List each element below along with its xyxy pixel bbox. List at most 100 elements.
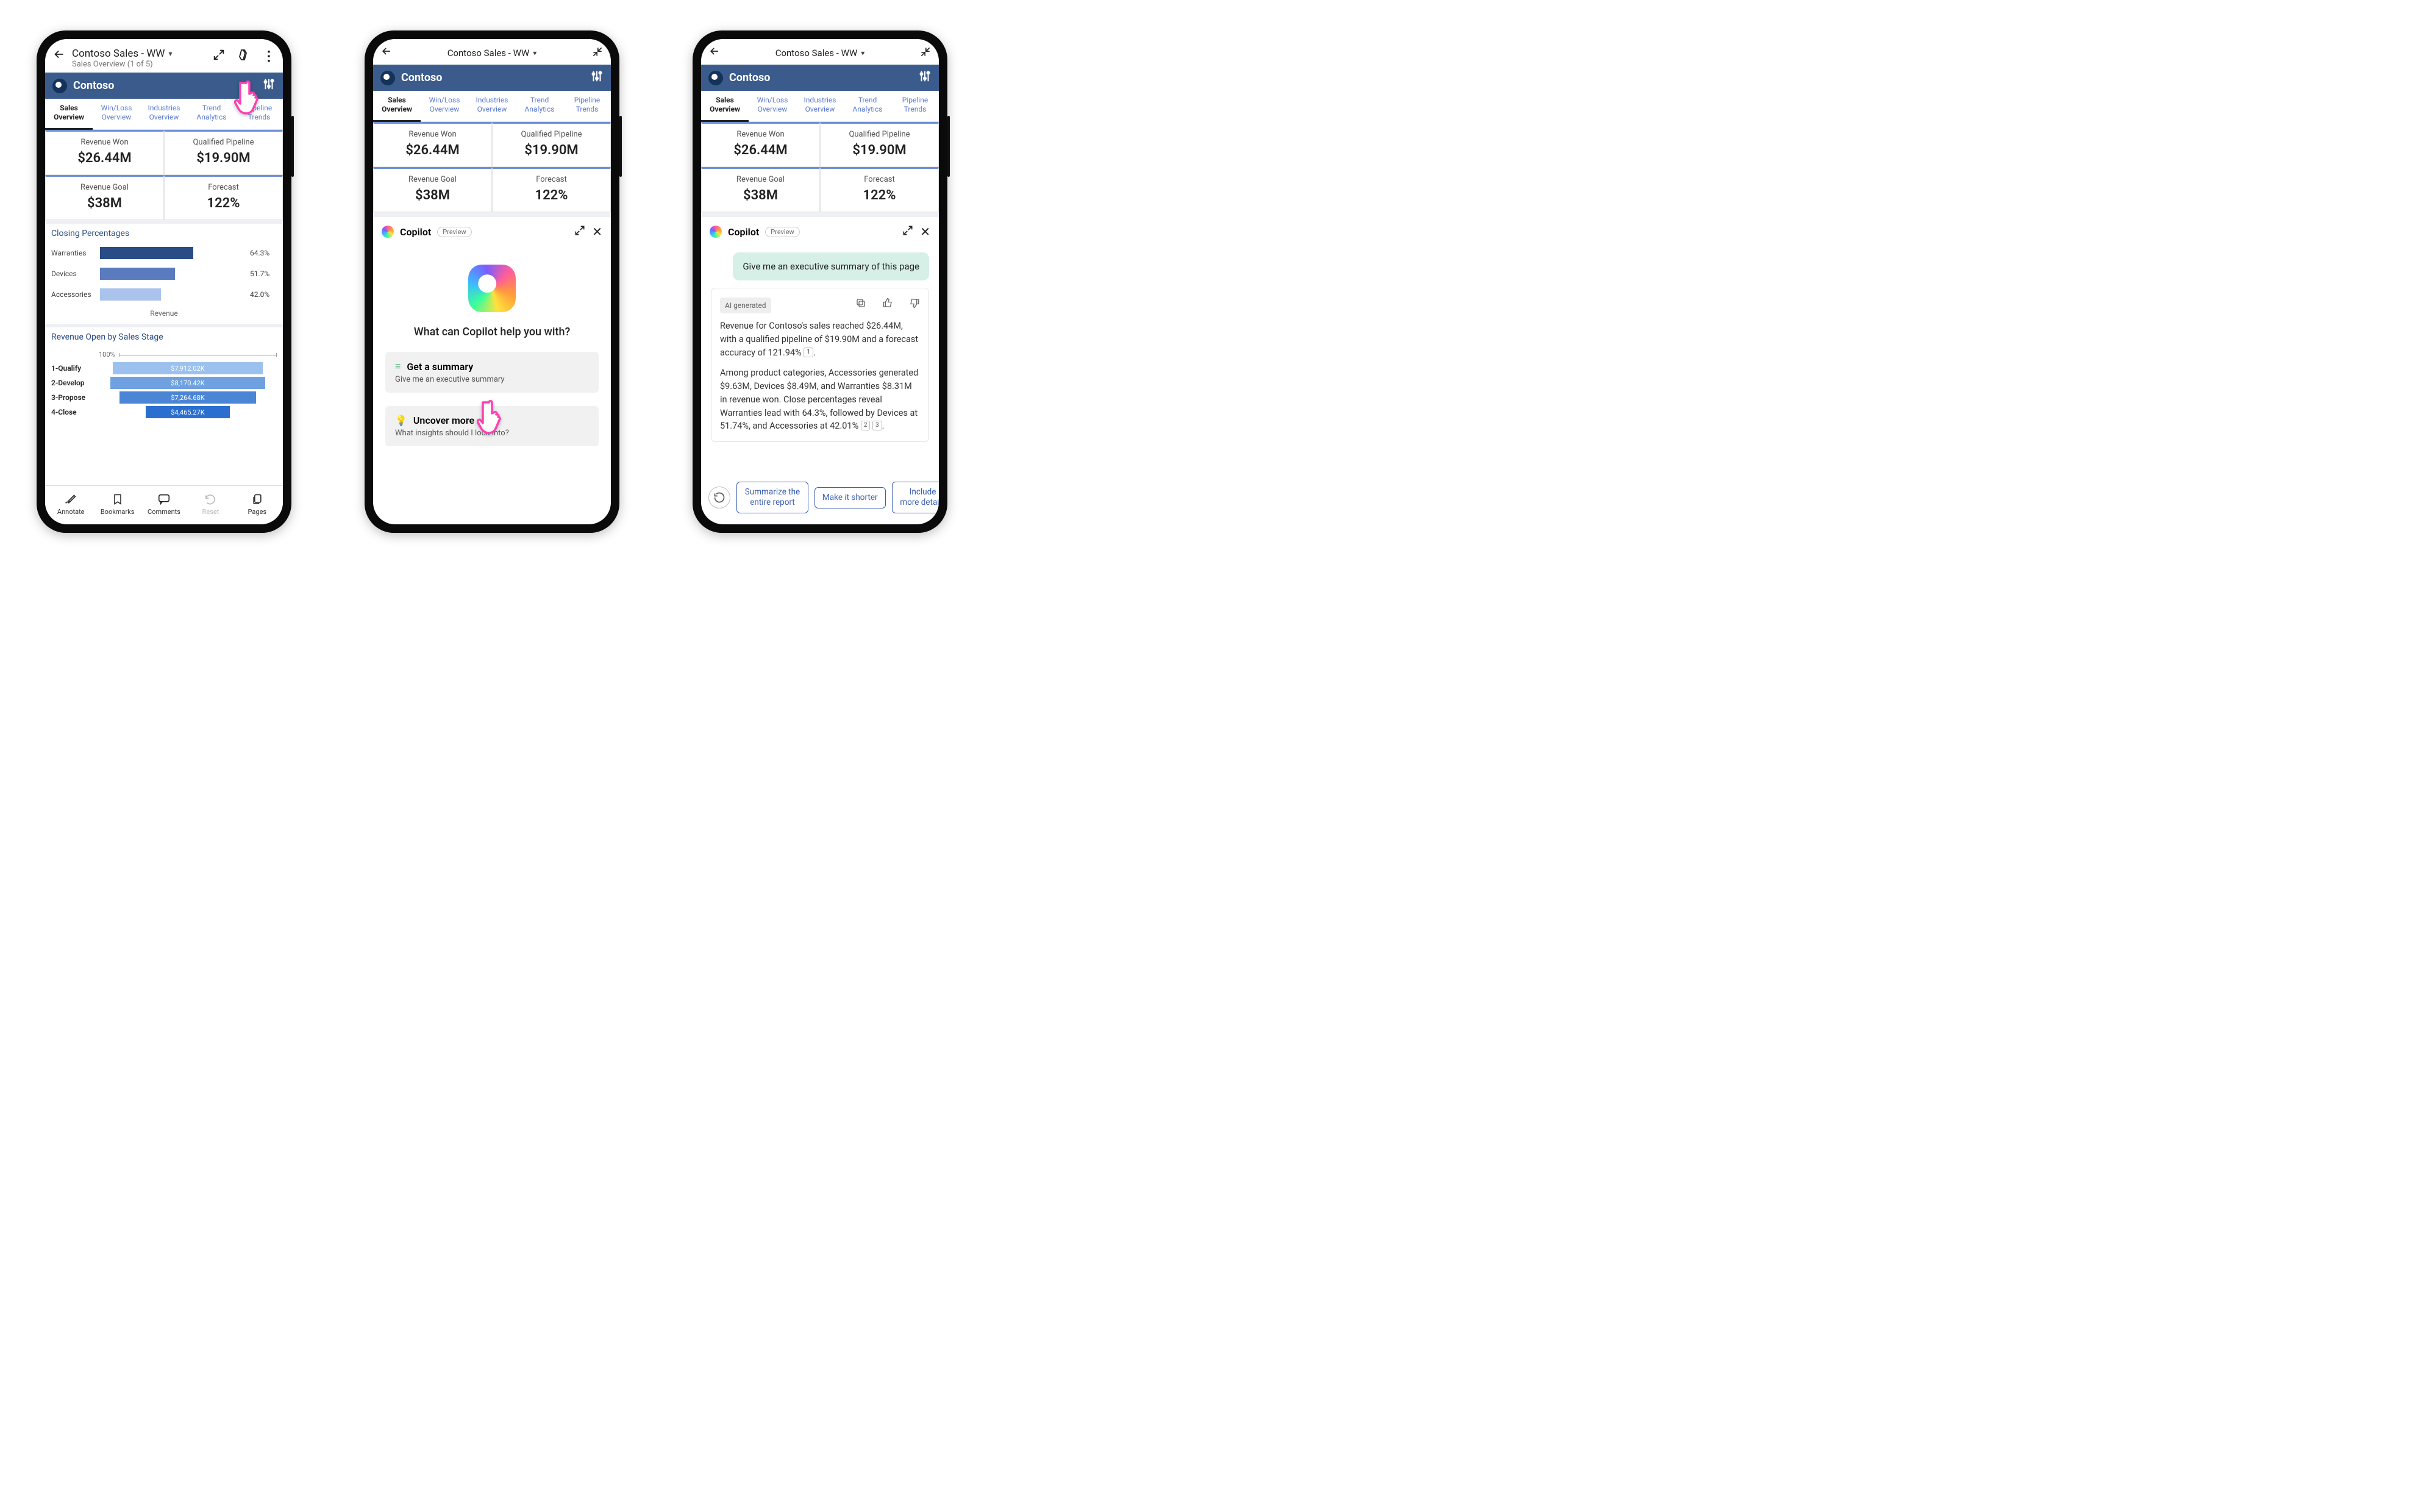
- thumbs-up-icon[interactable]: [882, 297, 893, 313]
- kpi-value: $19.90M: [168, 151, 279, 166]
- stage-bar: $8,170.42K: [110, 377, 265, 389]
- sliders-icon[interactable]: [262, 77, 276, 94]
- stage-row: 3-Propose $7,264.68K: [51, 391, 277, 404]
- kpi-card[interactable]: Revenue Won$26.44M: [701, 122, 820, 167]
- stage-bar: $7,912.02K: [113, 362, 262, 374]
- phone-3: Contoso Sales - WW ▾ Contoso Sales Overv…: [693, 30, 947, 533]
- tab-winloss[interactable]: Win/Loss Overview: [421, 91, 468, 121]
- nav-label: Annotate: [57, 508, 85, 516]
- preview-badge: Preview: [437, 227, 471, 237]
- tab-winloss[interactable]: Win/Loss Overview: [749, 91, 796, 121]
- collapse-icon[interactable]: [919, 46, 932, 60]
- kpi-card[interactable]: Revenue Goal$38M: [373, 167, 492, 212]
- tab-pipeline[interactable]: Pipeline Trends: [563, 91, 611, 121]
- suggestion-title: Get a summary: [407, 361, 473, 373]
- scale-label: 100%: [99, 351, 115, 358]
- copy-icon[interactable]: [855, 297, 866, 313]
- back-arrow-icon[interactable]: [380, 45, 393, 61]
- kpi-label: Forecast: [168, 183, 279, 192]
- kpi-card[interactable]: Qualified Pipeline $19.90M: [164, 130, 283, 175]
- kpi-value: 122%: [496, 188, 607, 203]
- stage-label: 4-Close: [51, 408, 95, 416]
- nav-pages[interactable]: Pages: [234, 492, 280, 516]
- copilot-icon[interactable]: [237, 48, 251, 65]
- copilot-body: What can Copilot help you with? ≡Get a s…: [373, 246, 611, 524]
- tab-pipeline[interactable]: Pipeline Trends: [891, 91, 939, 121]
- suggestion-uncover-more[interactable]: 💡Uncover more What insights should I loo…: [385, 406, 599, 446]
- back-arrow-icon[interactable]: [708, 45, 721, 61]
- kpi-value: $19.90M: [496, 143, 607, 158]
- undo-icon: [187, 492, 233, 507]
- report-title[interactable]: Contoso Sales - WW: [72, 48, 165, 60]
- tab-sales-overview[interactable]: Sales Overview: [701, 91, 749, 122]
- report-title[interactable]: Contoso Sales - WW: [447, 48, 530, 59]
- chevron-down-icon[interactable]: ▾: [861, 49, 864, 57]
- tab-winloss[interactable]: Win/Loss Overview: [93, 99, 140, 129]
- citation[interactable]: 1: [804, 348, 813, 357]
- kpi-label: Forecast: [496, 175, 607, 184]
- citation[interactable]: 2: [861, 421, 871, 430]
- expand-icon[interactable]: [212, 48, 226, 64]
- copilot-hero-icon: [468, 265, 516, 312]
- copilot-logo-icon: [710, 226, 722, 238]
- chevron-down-icon[interactable]: ▾: [533, 49, 536, 57]
- more-vertical-icon[interactable]: ⋮: [262, 49, 276, 64]
- tab-trend[interactable]: Trend Analytics: [844, 91, 891, 121]
- sliders-icon[interactable]: [590, 70, 604, 86]
- kpi-grid: Revenue Won $26.44M Qualified Pipeline $…: [45, 130, 283, 220]
- kpi-card[interactable]: Revenue Goal $38M: [45, 175, 164, 220]
- brand-logo-icon: [52, 79, 67, 93]
- thumbs-down-icon[interactable]: [909, 297, 920, 313]
- nav-annotate[interactable]: Annotate: [48, 492, 94, 516]
- chip-summarize-report[interactable]: Summarize the entire report: [736, 482, 808, 513]
- nav-comments[interactable]: Comments: [141, 492, 187, 516]
- bar-value: 42.0%: [250, 290, 277, 299]
- tab-industries[interactable]: Industries Overview: [468, 91, 516, 121]
- brand-header: Contoso: [45, 73, 283, 99]
- chart-closing-percentages[interactable]: Closing Percentages Warranties 64.3%Devi…: [45, 220, 283, 324]
- tab-industries[interactable]: Industries Overview: [140, 99, 188, 129]
- pencil-wave-icon: [48, 492, 94, 507]
- brand-header: Contoso: [701, 65, 939, 91]
- brand-logo-icon: [708, 71, 723, 85]
- close-icon[interactable]: ✕: [592, 224, 602, 239]
- back-arrow-icon[interactable]: [52, 48, 66, 65]
- tab-industries[interactable]: Industries Overview: [796, 91, 844, 121]
- chip-make-shorter[interactable]: Make it shorter: [814, 487, 886, 508]
- citation[interactable]: 3: [872, 421, 882, 430]
- app-header-compact: Contoso Sales - WW ▾: [373, 39, 611, 65]
- kpi-card[interactable]: Revenue Goal$38M: [701, 167, 820, 212]
- chart-axis-label: Revenue: [51, 309, 277, 318]
- kpi-value: $26.44M: [377, 143, 488, 158]
- kpi-card[interactable]: Qualified Pipeline$19.90M: [492, 122, 611, 167]
- bar-fill: [100, 288, 161, 301]
- tab-pipeline[interactable]: Pipeline Trends: [235, 99, 283, 129]
- kpi-card[interactable]: Forecast 122%: [164, 175, 283, 220]
- report-title[interactable]: Contoso Sales - WW: [775, 48, 858, 59]
- refresh-icon[interactable]: [708, 487, 730, 508]
- tab-trend[interactable]: Trend Analytics: [188, 99, 235, 129]
- nav-bookmarks[interactable]: Bookmarks: [94, 492, 140, 516]
- suggestion-get-summary[interactable]: ≡Get a summary Give me an executive summ…: [385, 352, 599, 393]
- nav-label: Reset: [202, 508, 219, 516]
- kpi-card[interactable]: Qualified Pipeline$19.90M: [820, 122, 939, 167]
- kpi-label: Forecast: [824, 175, 935, 184]
- tab-sales-overview[interactable]: Sales Overview: [45, 99, 93, 130]
- kpi-card[interactable]: Revenue Won $26.44M: [45, 130, 164, 175]
- chevron-down-icon[interactable]: ▾: [169, 49, 173, 58]
- tab-trend[interactable]: Trend Analytics: [516, 91, 563, 121]
- expand-icon[interactable]: [574, 224, 586, 239]
- collapse-icon[interactable]: [591, 46, 604, 60]
- chip-include-details[interactable]: Include more details: [892, 482, 939, 513]
- kpi-card[interactable]: Forecast122%: [820, 167, 939, 212]
- close-icon[interactable]: ✕: [920, 224, 930, 239]
- kpi-card[interactable]: Revenue Won$26.44M: [373, 122, 492, 167]
- kpi-card[interactable]: Forecast 122%: [492, 167, 611, 212]
- sliders-icon[interactable]: [918, 70, 932, 86]
- kpi-label: Revenue Goal: [49, 183, 160, 192]
- suggestion-chips: Summarize the entire report Make it shor…: [701, 476, 939, 524]
- bar-label: Devices: [51, 269, 95, 278]
- tab-sales-overview[interactable]: Sales Overview: [373, 91, 421, 122]
- chart-revenue-open[interactable]: Revenue Open by Sales Stage 100% 1-Quali…: [45, 324, 283, 423]
- expand-icon[interactable]: [902, 224, 914, 239]
